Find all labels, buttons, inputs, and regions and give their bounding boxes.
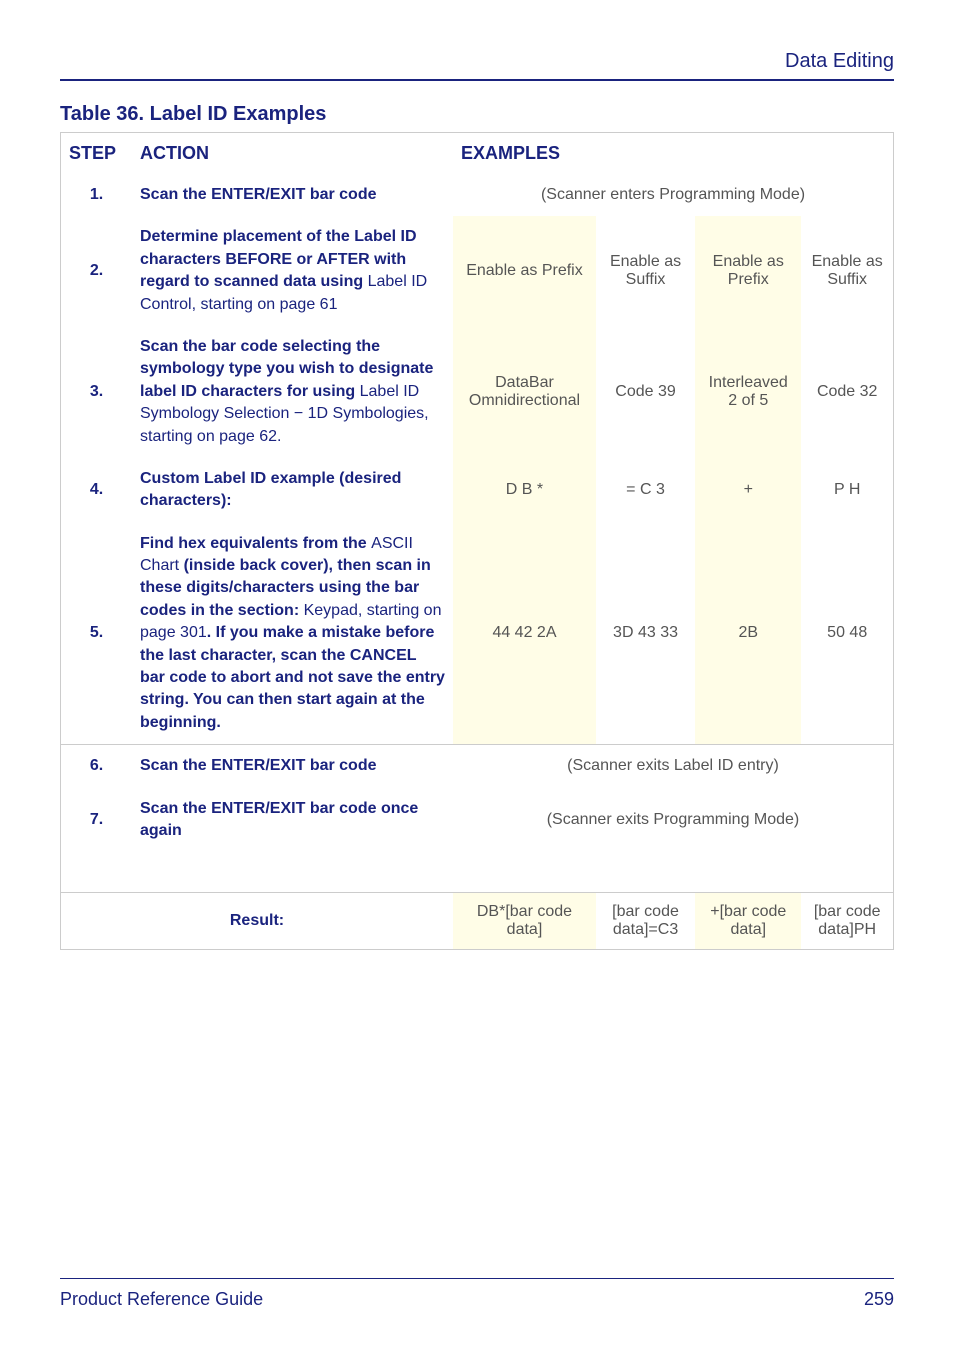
example-cell: Enable as Suffix [801, 216, 893, 326]
table-row: 6.Scan the ENTER/EXIT bar code(Scanner e… [61, 745, 894, 788]
example-cell: P H [801, 458, 893, 523]
table-row: 3.Scan the bar code selecting the symbol… [61, 326, 894, 458]
example-cell: 2B [695, 523, 801, 745]
step-action: Scan the ENTER/EXIT bar code [132, 745, 453, 788]
table-row: 5.Find hex equivalents from the ASCII Ch… [61, 523, 894, 745]
step-number: 6. [61, 745, 133, 788]
step-action: Custom Label ID example (desired charact… [132, 458, 453, 523]
example-cell: DataBar Omnidirectional [453, 326, 596, 458]
example-cell: + [695, 458, 801, 523]
step-number: 3. [61, 326, 133, 458]
merged-note: (Scanner exits Programming Mode) [453, 788, 894, 853]
result-label: Result: [61, 893, 454, 950]
example-cell: Code 32 [801, 326, 893, 458]
step-number: 1. [61, 174, 133, 216]
header-divider [60, 79, 894, 81]
label-id-examples-table: STEP ACTION EXAMPLES 1.Scan the ENTER/EX… [60, 132, 894, 950]
step-action: Determine placement of the Label ID char… [132, 216, 453, 326]
example-cell: 3D 43 33 [596, 523, 695, 745]
example-cell: Code 39 [596, 326, 695, 458]
result-row: Result:DB*[bar code data][bar code data]… [61, 893, 894, 950]
result-cell: DB*[bar code data] [453, 893, 596, 950]
example-cell: 44 42 2A [453, 523, 596, 745]
result-cell: [bar code data]=C3 [596, 893, 695, 950]
col-examples: EXAMPLES [453, 133, 894, 175]
step-action: Find hex equivalents from the ASCII Char… [132, 523, 453, 745]
table-row: 1.Scan the ENTER/EXIT bar code(Scanner e… [61, 174, 894, 216]
step-action: Scan the ENTER/EXIT bar code once again [132, 788, 453, 853]
step-number: 5. [61, 523, 133, 745]
table-row: 7.Scan the ENTER/EXIT bar code once agai… [61, 788, 894, 853]
step-number: 2. [61, 216, 133, 326]
example-cell: Enable as Prefix [695, 216, 801, 326]
spacer-row [61, 852, 894, 893]
result-cell: [bar code data]PH [801, 893, 893, 950]
example-cell: Interleaved 2 of 5 [695, 326, 801, 458]
result-cell: +[bar code data] [695, 893, 801, 950]
footer-divider [60, 1278, 894, 1279]
step-action: Scan the ENTER/EXIT bar code [132, 174, 453, 216]
example-cell: 50 48 [801, 523, 893, 745]
step-number: 4. [61, 458, 133, 523]
merged-note: (Scanner exits Label ID entry) [453, 745, 894, 788]
merged-note: (Scanner enters Programming Mode) [453, 174, 894, 216]
step-action: Scan the bar code selecting the symbolog… [132, 326, 453, 458]
section-header: Data Editing [60, 50, 894, 79]
col-step: STEP [61, 133, 133, 175]
footer-left: Product Reference Guide [60, 1289, 263, 1310]
footer-right: 259 [864, 1289, 894, 1310]
example-cell: Enable as Prefix [453, 216, 596, 326]
step-number: 7. [61, 788, 133, 853]
example-cell: D B * [453, 458, 596, 523]
table-row: 4.Custom Label ID example (desired chara… [61, 458, 894, 523]
col-action: ACTION [132, 133, 453, 175]
table-row: 2.Determine placement of the Label ID ch… [61, 216, 894, 326]
table-title: Table 36. Label ID Examples [60, 103, 894, 126]
example-cell: Enable as Suffix [596, 216, 695, 326]
example-cell: = C 3 [596, 458, 695, 523]
page-footer: Product Reference Guide 259 [60, 1278, 894, 1310]
